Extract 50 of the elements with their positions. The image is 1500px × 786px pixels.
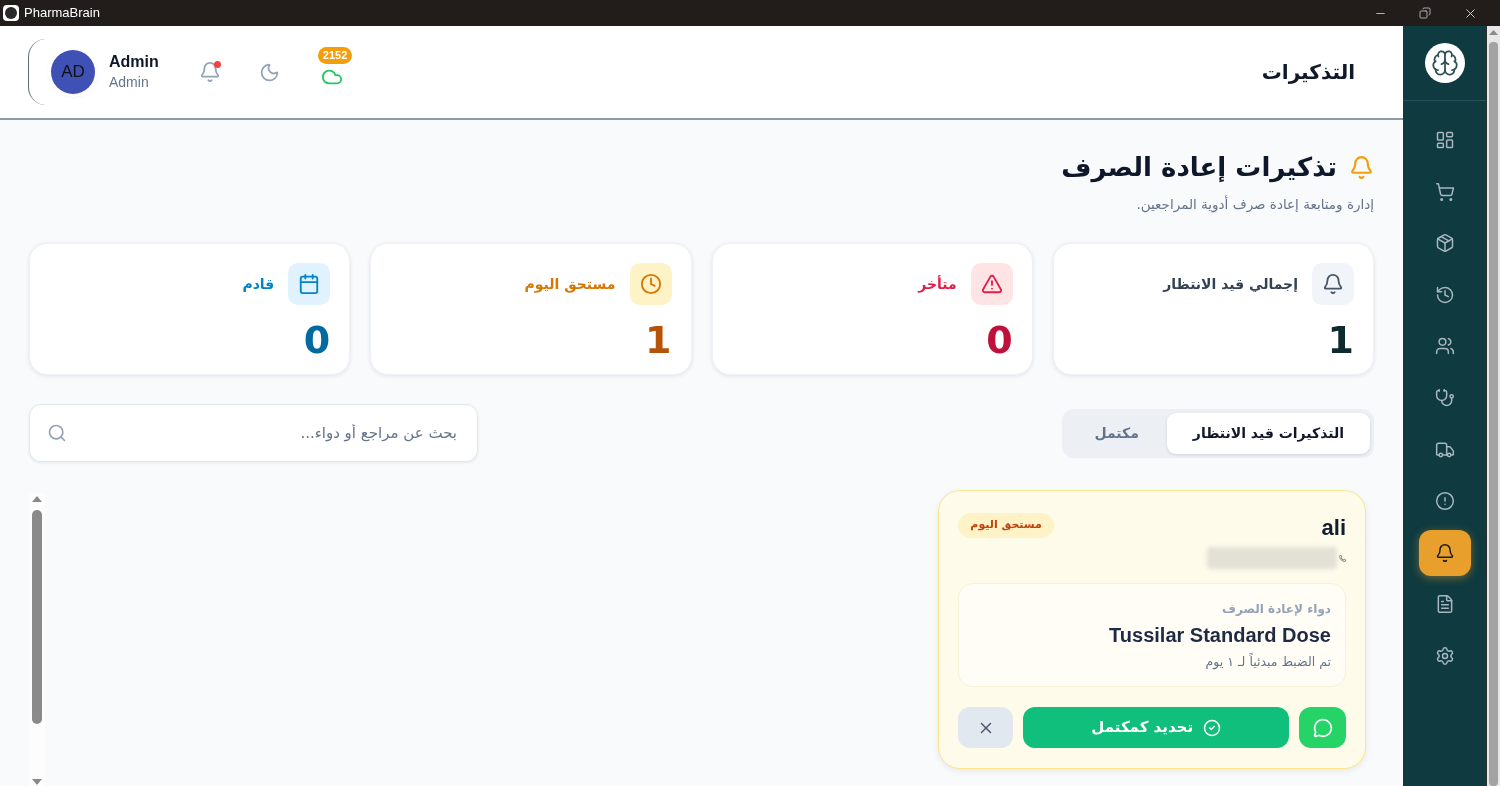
stat-label: مستحق اليوم (524, 275, 616, 294)
dashboard-icon (1434, 130, 1455, 150)
reminder-note: تم الضبط مبدئياً لـ ١ يوم (1204, 652, 1331, 672)
user-role: Admin (109, 73, 150, 92)
moon-icon[interactable] (258, 61, 280, 83)
calendar-icon (288, 263, 331, 305)
alert-circle-icon (1434, 491, 1455, 512)
brain-logo-icon (1424, 43, 1465, 83)
medicine-label: دواء لإعادة الصرف (1221, 601, 1331, 618)
stat-value: 1 (645, 319, 672, 361)
scrollbar[interactable] (1486, 26, 1500, 786)
sync-count-badge: 2152 (317, 47, 353, 64)
page-subtitle: إدارة ومتابعة إعادة صرف أدوية المراجعين. (1136, 194, 1374, 214)
bell-icon (1434, 542, 1455, 563)
search-icon (47, 423, 67, 443)
history-icon (1434, 284, 1455, 305)
tab[interactable]: التذكيرات قيد الانتظار (1166, 412, 1370, 454)
medicine-name: Tussilar Standard Dose (1108, 623, 1331, 648)
page-title: تذكيرات إعادة الصرف (1061, 151, 1337, 185)
warning-icon (970, 263, 1013, 305)
status-badge: مستحق اليوم (958, 513, 1054, 538)
stat-value: 1 (1327, 319, 1354, 361)
tab[interactable]: مكتمل (1066, 412, 1167, 454)
box-icon (1434, 233, 1455, 254)
stat-label: إجمالي قيد الانتظار (1163, 275, 1298, 294)
app-logo-icon (3, 5, 19, 21)
header-title: التذكيرات (1261, 59, 1355, 86)
stat-label: متأخر (918, 274, 957, 294)
clock-icon (629, 263, 672, 305)
dismiss-button[interactable] (958, 707, 1014, 748)
patient-name: ali (1321, 514, 1346, 542)
check-circle-icon (1203, 718, 1222, 737)
restore-icon[interactable] (1419, 7, 1431, 19)
sidebar-item[interactable] (1418, 529, 1471, 576)
user-name: Admin (109, 52, 159, 72)
user-profile[interactable]: AD Admin Admin (28, 39, 163, 105)
stethoscope-icon (1434, 387, 1455, 408)
bell-icon (1312, 263, 1354, 305)
stat-label: قادم (242, 275, 275, 294)
stat-value: 0 (303, 319, 331, 361)
bell-icon (1349, 154, 1374, 180)
cart-icon (1434, 181, 1455, 202)
chat-bubble-icon (1312, 717, 1333, 738)
phone-icon (1339, 554, 1346, 562)
user-avatar: AD (51, 50, 95, 94)
stat-value: 0 (986, 319, 1013, 361)
notification-bell-icon[interactable] (198, 61, 221, 83)
settings-icon (1434, 645, 1455, 666)
users-icon (1434, 336, 1455, 357)
window-title: PharmaBrain (24, 4, 100, 23)
